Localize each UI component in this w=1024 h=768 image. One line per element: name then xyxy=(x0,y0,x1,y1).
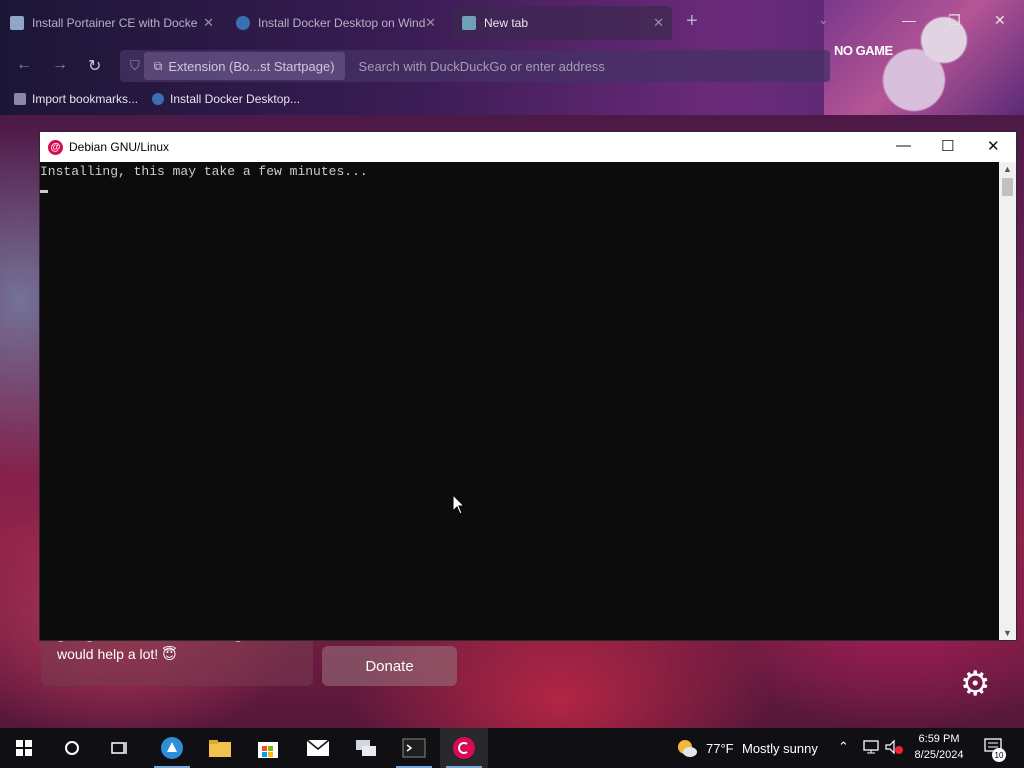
volume-muted-icon[interactable] xyxy=(884,739,904,760)
weather-temperature[interactable]: 77°F xyxy=(706,741,734,756)
page-icon xyxy=(10,16,24,30)
tab-label: Install Portainer CE with Docke xyxy=(32,16,198,30)
terminal-scrollbar[interactable]: ▲ ▼ xyxy=(999,162,1016,640)
reload-icon[interactable]: ↻ xyxy=(88,56,101,76)
debian-icon: @ xyxy=(48,139,63,155)
scroll-up-icon[interactable]: ▲ xyxy=(999,164,1016,174)
close-icon[interactable]: ✕ xyxy=(653,15,664,31)
clock-time: 6:59 PM xyxy=(918,733,960,745)
tab-label: Install Docker Desktop on Wind xyxy=(258,16,426,30)
address-bar[interactable]: ⛉ ⧉ Extension (Bo...st Startpage) Search… xyxy=(120,50,830,82)
terminal-titlebar[interactable]: @ Debian GNU/Linux — ☐ ✕ xyxy=(40,132,1016,162)
windows-start-icon[interactable] xyxy=(0,728,48,768)
shield-icon[interactable]: ⛉ xyxy=(130,58,140,74)
import-icon xyxy=(14,93,26,105)
clock-date: 8/25/2024 xyxy=(914,749,964,761)
tab-new-tab[interactable]: New tab ✕ xyxy=(452,6,672,40)
weather-description[interactable]: Mostly sunny xyxy=(742,741,818,756)
weather-icon[interactable] xyxy=(676,738,698,763)
chevron-up-icon[interactable]: ⌃ xyxy=(838,739,849,755)
terminal-title: Debian GNU/Linux xyxy=(69,140,170,154)
terminal-output[interactable]: Installing, this may take a few minutes.… xyxy=(40,162,1000,640)
plus-icon[interactable]: + xyxy=(686,10,698,33)
gear-icon[interactable]: ⚙ xyxy=(960,664,990,704)
scroll-down-icon[interactable]: ▼ xyxy=(999,628,1016,638)
debian-terminal-window[interactable]: @ Debian GNU/Linux — ☐ ✕ Installing, thi… xyxy=(39,131,1017,641)
search-icon[interactable] xyxy=(48,728,96,768)
maximize-icon[interactable]: ☐ xyxy=(941,137,954,155)
taskbar: 77°F Mostly sunny ⌃ 6:59 PM 8/25/2024 10 xyxy=(0,728,1024,768)
forward-icon[interactable]: → xyxy=(52,56,68,74)
new-tab-icon xyxy=(462,16,476,30)
minimize-icon[interactable]: — xyxy=(902,12,916,28)
notification-count-badge: 10 xyxy=(992,748,1006,762)
terminal-line: Installing, this may take a few minutes.… xyxy=(40,164,368,179)
close-icon[interactable]: ✕ xyxy=(987,137,1000,155)
chevron-down-icon[interactable]: ⌄ xyxy=(818,12,829,28)
puzzle-icon: ⧉ xyxy=(153,58,163,73)
network-app-icon[interactable] xyxy=(342,728,390,768)
extension-label: Extension (Bo...st Startpage) xyxy=(168,58,335,74)
close-window-icon[interactable]: ✕ xyxy=(994,12,1006,29)
theme-logo-text: NO GAME xyxy=(834,43,893,58)
address-placeholder: Search with DuckDuckGo or enter address xyxy=(358,58,605,74)
scroll-thumb[interactable] xyxy=(1002,178,1013,196)
bookmark-label: Import bookmarks... xyxy=(32,92,139,106)
bookmark-label: Install Docker Desktop... xyxy=(170,92,301,106)
debian-app-icon[interactable] xyxy=(440,728,488,768)
text-cursor xyxy=(40,190,48,193)
tab-portainer[interactable]: Install Portainer CE with Docke ✕ xyxy=(0,6,222,40)
extension-chip[interactable]: ⧉ Extension (Bo...st Startpage) xyxy=(143,52,345,80)
donate-button[interactable]: Donate xyxy=(322,646,457,686)
bookmark-import[interactable]: Import bookmarks... xyxy=(14,92,138,106)
tab-label: New tab xyxy=(484,16,529,30)
microsoft-store-icon[interactable] xyxy=(244,728,292,768)
close-icon[interactable]: ✕ xyxy=(203,15,214,31)
site-icon xyxy=(236,16,250,30)
system-clock[interactable]: 6:59 PM 8/25/2024 xyxy=(906,731,972,763)
review-text-line2: would help a lot! 😇 xyxy=(57,646,177,662)
close-icon[interactable]: ✕ xyxy=(425,15,436,31)
task-view-icon[interactable] xyxy=(96,728,144,768)
back-icon[interactable]: ← xyxy=(16,56,32,74)
mail-icon[interactable] xyxy=(294,728,342,768)
site-icon xyxy=(152,93,164,105)
terminal-app-icon[interactable] xyxy=(390,728,438,768)
restore-icon[interactable]: ❐ xyxy=(948,12,961,29)
tab-docker-desktop[interactable]: Install Docker Desktop on Wind ✕ xyxy=(226,6,444,40)
bookmark-docker[interactable]: Install Docker Desktop... xyxy=(152,92,300,106)
file-explorer-icon[interactable] xyxy=(196,728,244,768)
mouse-pointer-icon xyxy=(452,494,466,515)
browser-app-icon[interactable] xyxy=(148,728,196,768)
minimize-icon[interactable]: — xyxy=(896,137,911,154)
network-icon[interactable] xyxy=(862,739,880,760)
